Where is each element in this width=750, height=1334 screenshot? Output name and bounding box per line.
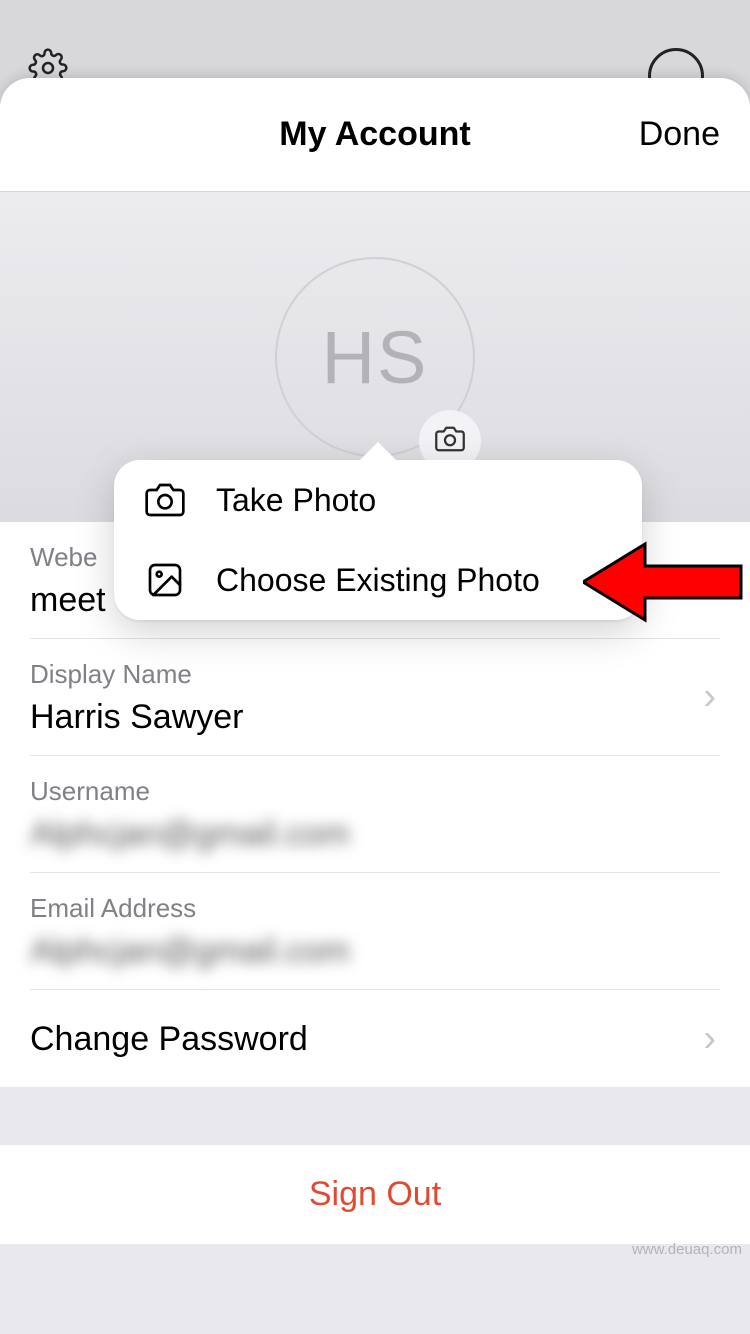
chevron-right-icon: ›: [703, 1017, 716, 1060]
account-sheet: My Account Done HS Webe meet ›: [0, 78, 750, 1334]
field-value: Change Password: [30, 1010, 720, 1069]
camera-icon: [435, 424, 465, 459]
avatar-initials: HS: [322, 315, 429, 400]
field-label: Email Address: [30, 893, 720, 924]
done-button[interactable]: Done: [639, 115, 720, 154]
field-value: Harris Sawyer: [30, 698, 720, 737]
nav-bar: My Account Done: [0, 78, 750, 192]
watermark: www.deuaq.com: [632, 1241, 742, 1258]
popover-item-label: Choose Existing Photo: [216, 562, 540, 599]
field-value: Alphcjan@gmail.com: [30, 932, 720, 971]
field-label: Display Name: [30, 659, 720, 690]
email-row: Email Address Alphcjan@gmail.com: [30, 873, 720, 990]
background-statusbar: [0, 0, 750, 90]
popover-item-label: Take Photo: [216, 482, 376, 519]
field-label: Username: [30, 776, 720, 807]
section-gap: [0, 1087, 750, 1145]
take-photo-item[interactable]: Take Photo: [114, 460, 642, 540]
sign-out-label: Sign Out: [309, 1175, 441, 1213]
page-title: My Account: [279, 115, 470, 154]
image-icon: [140, 560, 190, 600]
photo-picker-popover: Take Photo Choose Existing Photo: [114, 460, 642, 620]
choose-existing-photo-item[interactable]: Choose Existing Photo: [114, 540, 642, 620]
username-row: Username Alphcjan@gmail.com: [30, 756, 720, 873]
chevron-right-icon: ›: [703, 676, 716, 719]
sign-out-button[interactable]: Sign Out: [0, 1145, 750, 1244]
change-password-row[interactable]: Change Password ›: [30, 990, 720, 1087]
annotation-arrow-icon: [583, 538, 743, 631]
field-value: Alphcjan@gmail.com: [30, 815, 720, 854]
display-name-row[interactable]: Display Name Harris Sawyer ›: [30, 639, 720, 756]
camera-icon: [140, 480, 190, 520]
